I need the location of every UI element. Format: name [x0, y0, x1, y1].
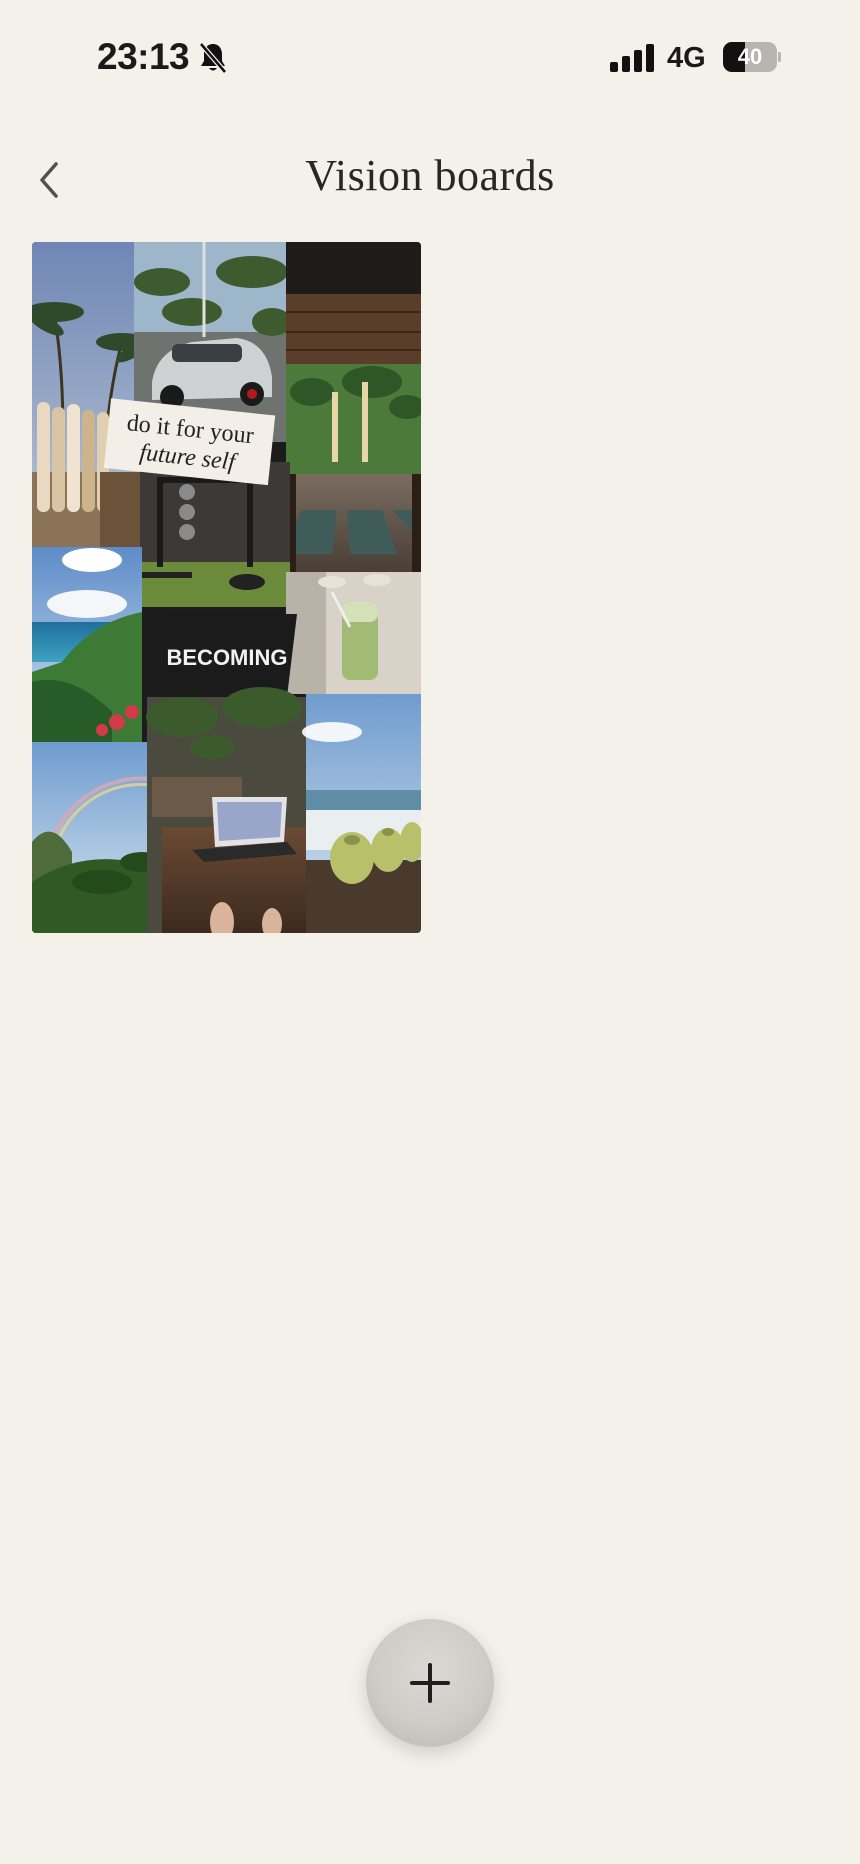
bell-slash-icon	[199, 42, 227, 74]
becoming-label: BECOMING	[167, 645, 288, 670]
status-bar: 23:13 4G 40	[0, 0, 860, 120]
tropical-coast-photo	[32, 547, 142, 742]
vision-board-collage: do it for your future self BECOMING	[32, 242, 421, 933]
battery-percentage: 40	[737, 44, 763, 69]
vision-board-card[interactable]: do it for your future self BECOMING	[32, 242, 421, 933]
cellular-signal-icon	[610, 44, 654, 72]
add-board-button[interactable]	[366, 1619, 494, 1747]
page-title: Vision boards	[305, 151, 555, 200]
palm-trees-surfboards-photo	[32, 242, 148, 547]
rainbow-jungle-photo	[32, 742, 168, 933]
plus-icon	[410, 1663, 450, 1703]
matcha-latte-photo	[286, 572, 421, 694]
battery-icon: 40	[723, 42, 781, 72]
yoga-pavilion-photo	[286, 242, 421, 572]
becoming-sticker: BECOMING	[164, 614, 297, 697]
status-time: 23:13	[97, 36, 190, 77]
network-type: 4G	[667, 42, 706, 74]
beach-coconuts-photo	[302, 694, 421, 933]
